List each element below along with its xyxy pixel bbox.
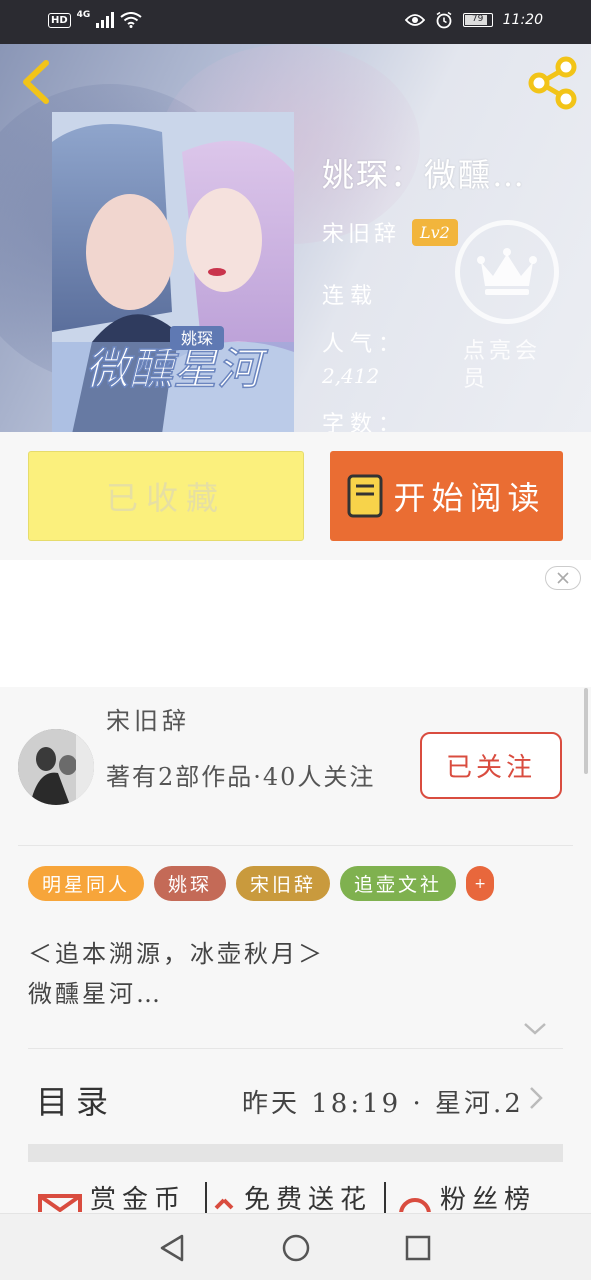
table-of-contents-row[interactable]: 目录 昨天 18:19 · 星河.2 bbox=[0, 1049, 591, 1144]
support-row: 赏金币 免费送花 粉丝榜 bbox=[0, 1177, 591, 1217]
level-badge: Lv2 bbox=[412, 218, 458, 246]
book-icon bbox=[347, 474, 383, 518]
avatar[interactable] bbox=[18, 729, 94, 805]
eye-icon bbox=[404, 14, 425, 26]
close-icon bbox=[557, 572, 569, 584]
crown-icon bbox=[477, 248, 537, 295]
fan-ranking-button[interactable]: 粉丝榜 bbox=[398, 1177, 536, 1217]
description-line: 微醺星河… bbox=[28, 980, 163, 1008]
battery-level: 79 bbox=[471, 14, 484, 24]
collected-button[interactable]: 已收藏 bbox=[28, 451, 304, 541]
divider bbox=[205, 1182, 207, 1214]
divider bbox=[384, 1182, 386, 1214]
author-name[interactable]: 宋旧辞 bbox=[106, 701, 190, 736]
book-description: ＜追本溯源，冰壶秋月＞ 微醺星河… bbox=[28, 934, 448, 1014]
system-nav-bar bbox=[0, 1213, 591, 1280]
tag-item[interactable]: 明星同人 bbox=[28, 866, 145, 901]
serial-status: 连载 bbox=[322, 284, 379, 309]
tag-item[interactable]: 宋旧辞 bbox=[236, 866, 331, 901]
toc-title: 目录 bbox=[36, 1083, 117, 1121]
popularity-value: 2,412 bbox=[322, 364, 380, 388]
description-line: ＜追本溯源，冰壶秋月＞ bbox=[28, 940, 325, 968]
alarm-icon bbox=[436, 11, 452, 29]
status-bar: HD 4G 79 11:20 bbox=[0, 0, 591, 44]
clock: 11:20 bbox=[502, 12, 543, 28]
envelope-icon bbox=[38, 1194, 82, 1212]
battery-icon: 79 bbox=[462, 13, 493, 27]
network-type: 4G bbox=[76, 10, 91, 20]
ranking-icon bbox=[399, 1198, 431, 1212]
divider bbox=[18, 845, 573, 846]
popularity-label: 人气： bbox=[322, 332, 407, 357]
book-author[interactable]: 宋旧辞 bbox=[322, 216, 400, 248]
scrollbar[interactable] bbox=[584, 688, 588, 774]
tag-list: 明星同人 姚琛 宋旧辞 追壶文社 + bbox=[28, 866, 495, 901]
reward-coins-button[interactable]: 赏金币 bbox=[38, 1177, 186, 1217]
share-icon[interactable] bbox=[526, 56, 580, 110]
cover-title: 微醺星河 bbox=[85, 344, 268, 395]
vip-button[interactable]: 点亮会员 bbox=[455, 220, 561, 394]
fans-label: 粉丝榜 bbox=[440, 1184, 537, 1215]
word-count-label: 字数： bbox=[322, 412, 407, 432]
chevron-right-icon bbox=[530, 1087, 543, 1109]
status-left: HD 4G bbox=[48, 10, 142, 28]
vip-circle bbox=[455, 220, 559, 324]
flowers-label: 免费送花 bbox=[244, 1184, 373, 1215]
flower-icon bbox=[214, 1198, 234, 1210]
status-right: 79 11:20 bbox=[404, 11, 543, 29]
start-reading-button[interactable]: 开始阅读 bbox=[330, 451, 563, 541]
send-flowers-button[interactable]: 免费送花 bbox=[212, 1177, 372, 1217]
hd-indicator: HD bbox=[48, 12, 71, 28]
start-reading-label: 开始阅读 bbox=[393, 479, 546, 517]
ad-close-button[interactable] bbox=[545, 566, 581, 590]
author-info: 著有2部作品·40人关注 bbox=[106, 763, 376, 791]
followed-button[interactable]: 已关注 bbox=[420, 732, 562, 799]
latest-chapter: 昨天 18:19 · 星河.2 bbox=[242, 1089, 520, 1119]
section-separator bbox=[28, 1144, 563, 1162]
chevron-down-icon[interactable] bbox=[522, 1021, 548, 1037]
book-header: 微醺星河 姚琛 姚琛：微醺… 宋旧辞 Lv2 连载 人气： 2,412 字数： … bbox=[0, 44, 591, 432]
tag-item[interactable]: 追壶文社 bbox=[340, 866, 457, 901]
book-cover[interactable]: 微醺星河 姚琛 bbox=[52, 112, 294, 432]
nav-recents-icon[interactable] bbox=[402, 1232, 434, 1264]
nav-home-icon[interactable] bbox=[280, 1232, 312, 1264]
reward-label: 赏金币 bbox=[90, 1184, 187, 1215]
action-bar: 已收藏 开始阅读 bbox=[0, 432, 591, 560]
cover-badge: 姚琛 bbox=[181, 329, 213, 348]
signal-icon bbox=[96, 12, 115, 28]
wifi-icon bbox=[120, 12, 142, 28]
author-row: 宋旧辞 Lv2 bbox=[322, 216, 458, 248]
book-title: 姚琛：微醺… bbox=[322, 156, 527, 194]
ad-banner bbox=[0, 560, 591, 687]
more-tags-button[interactable]: + bbox=[466, 866, 495, 901]
cover-illustration: 微醺星河 姚琛 bbox=[52, 112, 294, 432]
avatar-image bbox=[18, 729, 94, 805]
back-button[interactable] bbox=[18, 58, 54, 106]
nav-back-icon[interactable] bbox=[156, 1232, 188, 1264]
tag-item[interactable]: 姚琛 bbox=[154, 866, 227, 901]
vip-label: 点亮会员 bbox=[463, 339, 542, 392]
